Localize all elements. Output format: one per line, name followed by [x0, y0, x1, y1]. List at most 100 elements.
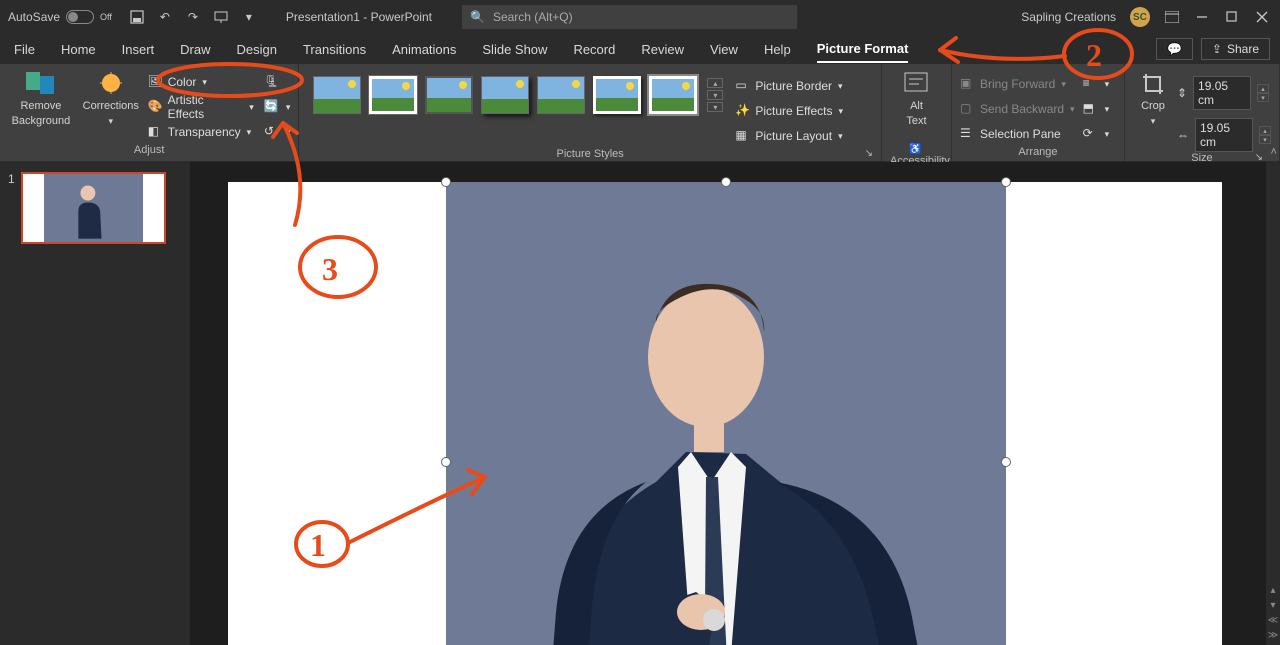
rotate-button[interactable]: ⟳▾	[1083, 122, 1110, 146]
reset-picture-button[interactable]: ↺▾	[264, 120, 291, 144]
search-input[interactable]: 🔍 Search (Alt+Q)	[462, 5, 797, 29]
gallery-more-button[interactable]: ▴▾▾	[705, 76, 725, 114]
slide-thumbnail-panel[interactable]: 1	[0, 162, 190, 645]
alt-text-button[interactable]: Alt Text	[891, 68, 941, 128]
tab-record[interactable]: Record	[573, 35, 615, 63]
maximize-icon[interactable]	[1224, 9, 1240, 25]
dialog-launcher-icon[interactable]: ↘	[865, 148, 873, 159]
accessibility-icon: ♿	[909, 144, 921, 155]
scroll-up-icon[interactable]: ▴	[1270, 585, 1275, 596]
tab-home[interactable]: Home	[61, 35, 96, 63]
compress-pictures-button[interactable]: 🗜	[264, 70, 291, 94]
tab-view[interactable]: View	[710, 35, 738, 63]
scroll-down-icon[interactable]: ▾	[1270, 600, 1275, 611]
qat-more-icon[interactable]: ▾	[242, 10, 256, 24]
style-thumb-4[interactable]	[481, 76, 529, 114]
picture-styles-gallery[interactable]: ▴▾▾	[307, 68, 731, 122]
style-thumb-1[interactable]	[313, 76, 361, 114]
redo-icon[interactable]: ↷	[186, 10, 200, 24]
chevron-down-icon: ▾	[1070, 104, 1075, 115]
selection-pane-button[interactable]: ☰Selection Pane	[960, 122, 1075, 146]
group-accessibility: Alt Text ♿Accessibility	[882, 64, 952, 161]
spin-up-icon[interactable]: ▴	[1257, 84, 1269, 93]
prev-slide-icon[interactable]: ≪	[1268, 615, 1278, 626]
autosave-label: AutoSave	[8, 10, 60, 24]
chevron-down-icon: ▾	[838, 81, 843, 92]
minimize-icon[interactable]	[1194, 9, 1210, 25]
tab-picture-format[interactable]: Picture Format	[817, 35, 909, 63]
bring-forward-button[interactable]: ▣Bring Forward▾	[960, 72, 1075, 96]
tab-file[interactable]: File	[14, 35, 35, 63]
undo-icon[interactable]: ↶	[158, 10, 172, 24]
slide-thumbnail-1[interactable]	[21, 172, 166, 244]
slide-canvas-area[interactable]: 1 3 ▴ ▾ ≪ ≫	[190, 162, 1280, 645]
ribbon-mode-icon[interactable]	[1164, 9, 1180, 25]
chevron-down-icon: ▾	[247, 127, 252, 138]
workspace: 1	[0, 162, 1280, 645]
tab-draw[interactable]: Draw	[180, 35, 210, 63]
next-slide-icon[interactable]: ≫	[1268, 630, 1278, 641]
slide-number: 1	[8, 172, 15, 244]
picture-effects-button[interactable]: ✨Picture Effects▾	[735, 99, 843, 123]
picture-border-button[interactable]: ▭Picture Border▾	[735, 74, 843, 98]
toggle-switch-icon[interactable]	[66, 10, 94, 24]
thumbnail-person-icon	[44, 174, 143, 242]
tab-slideshow[interactable]: Slide Show	[482, 35, 547, 63]
tab-animations[interactable]: Animations	[392, 35, 456, 63]
change-picture-button[interactable]: 🔄▾	[264, 95, 291, 119]
spin-down-icon[interactable]: ▾	[1259, 135, 1271, 144]
search-icon: 🔍	[470, 10, 485, 24]
share-button[interactable]: ⇪Share	[1201, 38, 1270, 60]
bring-forward-icon: ▣	[960, 76, 976, 92]
align-button[interactable]: ≡▾	[1083, 72, 1110, 96]
alt-text-icon	[901, 72, 931, 98]
height-icon: ⇕	[1177, 86, 1187, 100]
group-label-accessibility: ♿Accessibility	[890, 143, 943, 159]
tab-help[interactable]: Help	[764, 35, 791, 63]
transparency-button[interactable]: ◧Transparency▾	[148, 120, 254, 144]
document-title: Presentation1 - PowerPoint	[286, 10, 432, 24]
style-thumb-3[interactable]	[425, 76, 473, 114]
transparency-icon: ◧	[148, 124, 164, 140]
present-icon[interactable]	[214, 10, 228, 24]
change-picture-icon: 🔄	[264, 99, 280, 115]
tab-review[interactable]: Review	[641, 35, 684, 63]
artistic-effects-button[interactable]: 🎨Artistic Effects▾	[148, 95, 254, 119]
width-input[interactable]: ⇔19.05 cm▴▾	[1177, 118, 1271, 152]
save-icon[interactable]	[130, 10, 144, 24]
picture-layout-button[interactable]: ▦Picture Layout▾	[735, 124, 843, 148]
group-picture-styles: ▴▾▾ ▭Picture Border▾ ✨Picture Effects▾ ▦…	[299, 64, 882, 161]
style-thumb-2[interactable]	[369, 76, 417, 114]
tab-insert[interactable]: Insert	[122, 35, 155, 63]
share-icon: ⇪	[1212, 42, 1222, 56]
crop-button[interactable]: Crop ▾	[1133, 68, 1173, 128]
chevron-down-icon: ▾	[202, 77, 207, 88]
spin-down-icon[interactable]: ▾	[1257, 93, 1269, 102]
collapse-ribbon-icon[interactable]: ˄	[1271, 146, 1277, 158]
height-input[interactable]: ⇕19.05 cm▴▾	[1177, 76, 1271, 110]
send-backward-button[interactable]: ▢Send Backward▾	[960, 97, 1075, 121]
tab-transitions[interactable]: Transitions	[303, 35, 366, 63]
color-icon: 🖼	[148, 74, 164, 90]
style-thumb-6[interactable]	[593, 76, 641, 114]
group-icon: ⬒	[1083, 101, 1099, 117]
inserted-picture[interactable]	[446, 182, 1006, 645]
tab-design[interactable]: Design	[237, 35, 277, 63]
ribbon-tabs: File Home Insert Draw Design Transitions…	[0, 34, 1280, 64]
layout-icon: ▦	[735, 128, 751, 144]
color-button[interactable]: 🖼Color▾	[148, 70, 254, 94]
autosave-toggle[interactable]: AutoSave Off	[0, 10, 120, 24]
comments-button[interactable]: 💬	[1156, 38, 1193, 60]
account-avatar[interactable]: SC	[1130, 7, 1150, 27]
close-icon[interactable]	[1254, 9, 1270, 25]
group-button[interactable]: ⬒▾	[1083, 97, 1110, 121]
style-thumb-7[interactable]	[649, 76, 697, 114]
remove-background-button[interactable]: Remove Background	[8, 68, 74, 128]
spin-up-icon[interactable]: ▴	[1259, 126, 1271, 135]
corrections-button[interactable]: Corrections ▾	[78, 68, 144, 128]
account-name[interactable]: Sapling Creations	[1021, 10, 1116, 24]
style-thumb-5[interactable]	[537, 76, 585, 114]
slide[interactable]	[228, 182, 1222, 645]
vertical-scrollbar[interactable]: ▴ ▾ ≪ ≫	[1266, 162, 1280, 645]
chevron-down-icon: ▾	[109, 115, 114, 128]
